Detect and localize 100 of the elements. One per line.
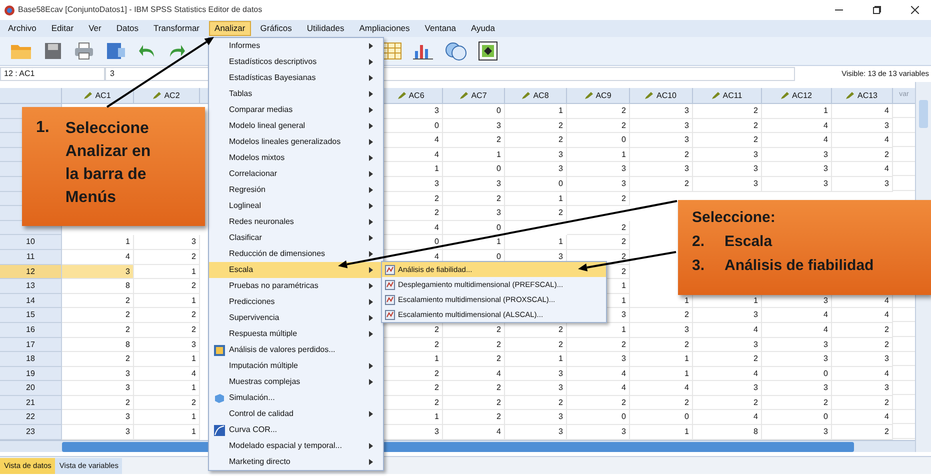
menu-option[interactable]: Clasificar (209, 230, 383, 246)
cell-value[interactable]: 3 (558, 250, 563, 264)
cell-value[interactable]: 2 (496, 352, 501, 366)
cell-value[interactable]: 2 (684, 396, 689, 410)
cell-value[interactable]: 4 (622, 381, 626, 395)
table-cell[interactable]: 2 (62, 308, 134, 323)
column-header[interactable]: AC12 (762, 88, 832, 103)
cell-value[interactable]: 3 (684, 322, 689, 336)
cell-value[interactable]: 0 (434, 235, 439, 249)
row-number[interactable]: 12 (0, 264, 62, 280)
menu-option[interactable]: Supervivencia (209, 310, 383, 326)
cell-value[interactable]: 4 (884, 410, 889, 424)
cell-name-field[interactable]: 12 : AC1 (0, 67, 105, 81)
menu-item[interactable]: Editar (45, 21, 80, 36)
cell-value[interactable]: 1 (558, 352, 563, 366)
menu-option[interactable]: Loglineal (209, 198, 383, 214)
cell-value[interactable]: 4 (192, 366, 196, 380)
menu-item[interactable]: Datos (110, 21, 145, 36)
cell-value[interactable]: 2 (754, 133, 758, 147)
cell-value[interactable]: 2 (684, 338, 689, 352)
menu-option[interactable]: Pruebas no paramétricas (209, 278, 383, 294)
cell-value[interactable]: 4 (824, 308, 828, 322)
cell-value[interactable]: 3 (824, 381, 828, 395)
row-number[interactable]: 16 (0, 322, 62, 338)
target-icon[interactable] (478, 41, 498, 61)
cell-value[interactable]: 1 (824, 104, 828, 118)
cell-value[interactable]: 4 (884, 308, 889, 322)
cell-value[interactable]: 3 (824, 176, 828, 191)
row-number[interactable]: 23 (0, 425, 62, 440)
menu-item[interactable]: Analizar (208, 21, 252, 36)
cell-value[interactable]: 3 (884, 176, 889, 191)
cell-value[interactable]: 3 (754, 338, 758, 352)
table-cell[interactable]: 3 (62, 366, 134, 382)
cell-value[interactable]: 3 (684, 118, 689, 132)
menu-option[interactable]: Respuesta múltiple (209, 326, 383, 342)
cell-value[interactable]: 3 (684, 104, 689, 118)
table-cell[interactable]: 3 (62, 410, 134, 426)
cell-value[interactable]: 0 (558, 176, 563, 191)
cell-value[interactable]: 2 (884, 425, 889, 439)
cell-value[interactable]: 4 (434, 148, 439, 162)
cell-value[interactable]: 4 (884, 294, 889, 308)
cell-value[interactable]: 3 (824, 338, 828, 352)
redo-icon[interactable] (168, 43, 186, 59)
menu-item[interactable]: Ver (82, 21, 108, 36)
cell-value[interactable]: 1 (622, 279, 626, 293)
menu-option[interactable]: Análisis de valores perdidos... (209, 342, 383, 358)
cell-value[interactable]: 2 (884, 148, 889, 162)
cell-value[interactable]: 2 (192, 250, 196, 264)
cell-value[interactable]: 3 (622, 176, 626, 191)
menu-option[interactable]: Imputación múltiple (209, 358, 383, 374)
cell-value[interactable]: 1 (558, 192, 563, 206)
cell-value[interactable]: 3 (622, 352, 626, 366)
cell-value[interactable]: 4 (824, 133, 828, 147)
cell-value[interactable]: 2 (622, 338, 626, 352)
row-number[interactable]: 22 (0, 410, 62, 426)
menu-option[interactable]: Predicciones (209, 294, 383, 310)
cell-value[interactable]: 3 (824, 294, 828, 308)
cell-value[interactable]: 0 (496, 250, 501, 264)
menu-option[interactable]: Tablas (209, 86, 383, 102)
cell-value[interactable]: 3 (558, 425, 563, 439)
save-icon[interactable] (44, 42, 62, 60)
table-cell[interactable]: 2 (62, 352, 134, 367)
cell-value[interactable]: 4 (754, 322, 758, 336)
cell-value[interactable]: 2 (884, 396, 889, 410)
cell-value[interactable]: 3 (754, 162, 758, 176)
cell-value[interactable]: 2 (824, 396, 828, 410)
cell-value[interactable]: 3 (558, 148, 563, 162)
menu-option[interactable]: Simulación... (209, 390, 383, 406)
cell-value[interactable]: 0 (684, 410, 689, 424)
print-icon[interactable] (74, 42, 94, 60)
cell-value[interactable]: 3 (496, 206, 501, 220)
row-number[interactable]: 15 (0, 308, 62, 323)
row-number[interactable]: 17 (0, 338, 62, 352)
cell-value[interactable]: 0 (824, 366, 828, 380)
column-header[interactable]: AC8 (505, 88, 567, 103)
cell-value[interactable]: 2 (558, 133, 563, 147)
column-header[interactable]: AC9 (567, 88, 630, 103)
row-number[interactable]: 19 (0, 366, 62, 382)
menu-option[interactable]: Correlacionar (209, 166, 383, 182)
cell-value[interactable]: 2 (754, 352, 758, 366)
cell-value[interactable]: 2 (434, 322, 439, 336)
cell-value[interactable]: 3 (434, 104, 439, 118)
cell-value[interactable]: 4 (622, 366, 626, 380)
cell-value[interactable]: 1 (684, 294, 689, 308)
cell-value[interactable]: 1 (684, 425, 689, 439)
cell-value[interactable]: 1 (434, 410, 439, 424)
cell-value[interactable]: 4 (496, 366, 501, 380)
cell-value[interactable]: 2 (558, 322, 563, 336)
cell-value[interactable]: 2 (496, 338, 501, 352)
menu-option[interactable]: Redes neuronales (209, 214, 383, 230)
cell-value[interactable]: 3 (884, 381, 889, 395)
row-number[interactable]: 13 (0, 279, 62, 294)
cell-value[interactable]: 2 (434, 338, 439, 352)
cell-value[interactable]: 0 (622, 410, 626, 424)
table-cell[interactable]: 1 (62, 235, 134, 250)
close-icon[interactable] (911, 6, 919, 14)
column-header[interactable]: AC11 (693, 88, 762, 103)
cell-value[interactable]: 1 (558, 235, 563, 249)
menu-option[interactable]: Marketing directo (209, 454, 383, 470)
cell-value[interactable]: 2 (558, 396, 563, 410)
